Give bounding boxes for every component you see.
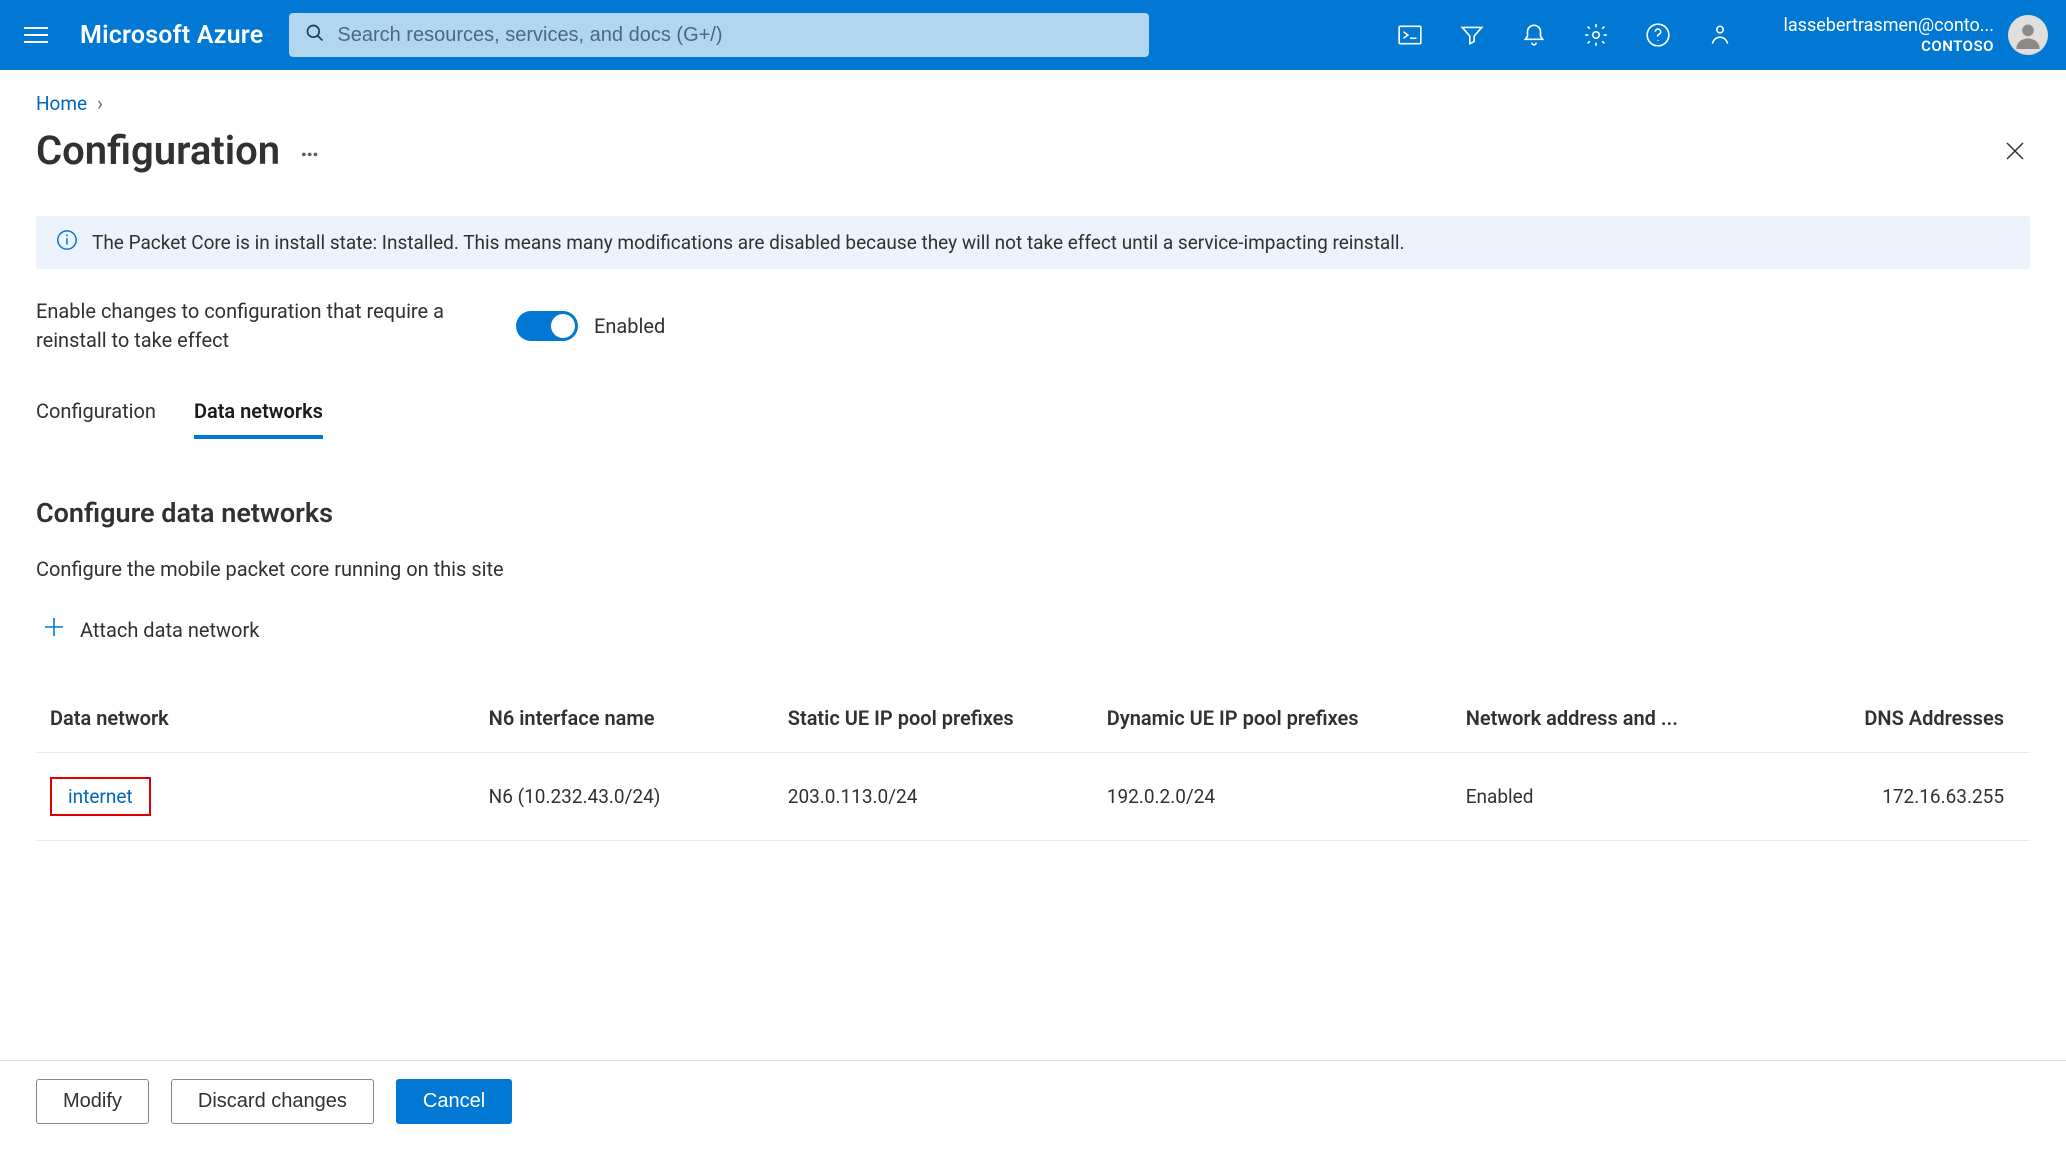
- cell-dns: 172.16.63.255: [1731, 753, 2030, 841]
- info-icon: [56, 229, 78, 256]
- table-header-row: Data network N6 interface name Static UE…: [36, 690, 2030, 753]
- attach-label: Attach data network: [80, 618, 259, 642]
- col-nat[interactable]: Network address and ...: [1452, 690, 1731, 753]
- plus-icon: [42, 615, 66, 644]
- brand-label[interactable]: Microsoft Azure: [80, 21, 263, 50]
- table-row[interactable]: internet N6 (10.232.43.0/24) 203.0.113.0…: [36, 753, 2030, 841]
- tab-data-networks[interactable]: Data networks: [194, 399, 323, 439]
- section-description: Configure the mobile packet core running…: [36, 557, 2030, 581]
- toggle-state-label: Enabled: [594, 314, 665, 338]
- col-data-network[interactable]: Data network: [36, 690, 475, 753]
- col-dynamic[interactable]: Dynamic UE IP pool prefixes: [1093, 690, 1452, 753]
- section-title: Configure data networks: [36, 497, 2030, 529]
- tab-configuration[interactable]: Configuration: [36, 399, 156, 439]
- breadcrumb-home[interactable]: Home: [36, 92, 87, 115]
- data-networks-table: Data network N6 interface name Static UE…: [36, 690, 2030, 841]
- global-search[interactable]: [289, 13, 1149, 57]
- page-title: Configuration …: [36, 127, 321, 174]
- cell-n6: N6 (10.232.43.0/24): [475, 753, 774, 841]
- col-n6[interactable]: N6 interface name: [475, 690, 774, 753]
- account-directory: CONTOSO: [1784, 37, 1994, 55]
- page-title-text: Configuration: [36, 127, 280, 174]
- discard-button[interactable]: Discard changes: [171, 1079, 374, 1124]
- search-input[interactable]: [337, 24, 1133, 47]
- chevron-right-icon: ›: [97, 92, 103, 115]
- info-banner-text: The Packet Core is in install state: Ins…: [92, 231, 1405, 254]
- cancel-button[interactable]: Cancel: [396, 1079, 512, 1124]
- page-body: Home › Configuration … The Packet Core i…: [0, 70, 2066, 1152]
- title-more-icon[interactable]: …: [300, 133, 321, 169]
- data-network-link[interactable]: internet: [50, 777, 151, 816]
- toggle-label: Enable changes to configuration that req…: [36, 297, 456, 355]
- attach-data-network-button[interactable]: Attach data network: [42, 615, 2030, 644]
- account-email: lassebertrasmen@conto...: [1784, 15, 1994, 37]
- cell-nat: Enabled: [1452, 753, 1731, 841]
- info-banner: The Packet Core is in install state: Ins…: [36, 216, 2030, 269]
- reinstall-toggle[interactable]: [516, 311, 578, 341]
- cell-dyn: 192.0.2.0/24: [1093, 753, 1452, 841]
- cell-static: 203.0.113.0/24: [774, 753, 1093, 841]
- footer-actions: Modify Discard changes Cancel: [0, 1060, 2066, 1152]
- notifications-icon[interactable]: [1520, 21, 1548, 49]
- breadcrumb: Home ›: [0, 70, 2066, 115]
- modify-button[interactable]: Modify: [36, 1079, 149, 1124]
- feedback-icon[interactable]: [1706, 21, 1734, 49]
- col-dns[interactable]: DNS Addresses: [1731, 690, 2030, 753]
- help-icon[interactable]: [1644, 21, 1672, 49]
- close-blade-button[interactable]: [2000, 136, 2030, 166]
- tabs: Configuration Data networks: [36, 399, 2030, 439]
- hamburger-menu-icon[interactable]: [18, 17, 54, 53]
- account-info[interactable]: lassebertrasmen@conto... CONTOSO: [1784, 15, 2048, 55]
- azure-topbar: Microsoft Azure lassebertrasmen@conto...: [0, 0, 2066, 70]
- directory-filter-icon[interactable]: [1458, 21, 1486, 49]
- topbar-icons: [1396, 21, 1734, 49]
- search-icon: [305, 23, 325, 47]
- cloud-shell-icon[interactable]: [1396, 21, 1424, 49]
- settings-icon[interactable]: [1582, 21, 1610, 49]
- avatar[interactable]: [2008, 15, 2048, 55]
- col-static[interactable]: Static UE IP pool prefixes: [774, 690, 1093, 753]
